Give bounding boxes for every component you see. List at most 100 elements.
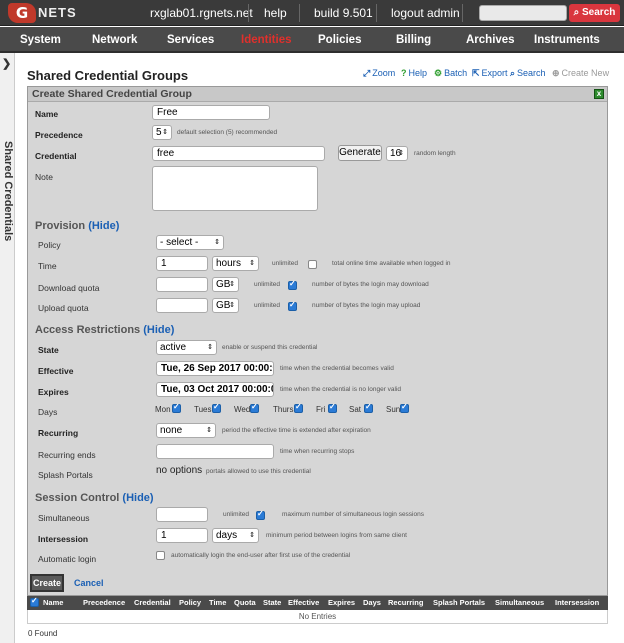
col-recurring[interactable]: Recurring [388, 596, 423, 610]
day-thurs-label: Thurs [273, 405, 294, 414]
generate-button[interactable]: Generate [338, 145, 382, 161]
provision-hide-link[interactable]: (Hide) [88, 220, 119, 232]
day-thurs-checkbox[interactable] [294, 402, 303, 413]
panel-title: Create Shared Credential Group [32, 88, 192, 100]
provision-title: Provision [35, 220, 86, 232]
help-button[interactable]: ? Help [401, 68, 427, 78]
day-mon-checkbox[interactable] [172, 402, 181, 413]
splash-portals-hint: portals allowed to use this credential [206, 468, 311, 475]
simultaneous-unlimited-checkbox[interactable] [256, 509, 265, 520]
col-policy[interactable]: Policy [179, 596, 201, 610]
chevron-right-icon[interactable]: ❯ [2, 57, 11, 70]
col-splash-portals[interactable]: Splash Portals [433, 596, 485, 610]
day-sun-checkbox[interactable] [400, 402, 409, 413]
export-button[interactable]: ⇱ Export [472, 68, 508, 79]
col-effective[interactable]: Effective [288, 596, 319, 610]
cancel-link[interactable]: Cancel [74, 578, 104, 588]
recurring-ends-input[interactable] [156, 444, 274, 459]
magnifier-icon: ⌕ [510, 68, 516, 78]
global-search-button[interactable]: ⌕ Search [569, 4, 620, 22]
side-tab[interactable]: ❯ Shared Credentials [0, 53, 15, 643]
state-hint: enable or suspend this credential [222, 344, 318, 351]
day-tues-label: Tues [194, 405, 212, 414]
effective-input[interactable]: Tue, 26 Sep 2017 00:00:00 [156, 361, 274, 376]
col-time[interactable]: Time [209, 596, 226, 610]
expires-label: Expires [38, 387, 69, 397]
col-simultaneous[interactable]: Simultaneous [495, 596, 544, 610]
col-name[interactable]: Name [43, 596, 63, 610]
plus-icon: ⊕ [552, 68, 560, 78]
nav-archives[interactable]: Archives [466, 27, 515, 53]
col-expires[interactable]: Expires [328, 596, 355, 610]
search-button[interactable]: ⌕ Search [510, 68, 546, 79]
length-select[interactable]: 16 ⇕ [386, 146, 408, 161]
build-link[interactable]: build 9.501 [314, 0, 373, 26]
divider [248, 4, 249, 22]
close-icon[interactable]: x [594, 89, 604, 99]
access-hide-link[interactable]: (Hide) [143, 324, 174, 336]
expires-input[interactable]: Tue, 03 Oct 2017 00:00:00 [156, 382, 274, 397]
zoom-label: Zoom [372, 68, 396, 78]
divider [299, 4, 300, 22]
download-quota-input[interactable] [156, 277, 208, 292]
name-input[interactable]: Free [152, 105, 270, 120]
time-label: Time [38, 261, 57, 271]
col-intersession[interactable]: Intersession [555, 596, 599, 610]
logout-link[interactable]: logout admin [391, 0, 460, 26]
day-wed-checkbox[interactable] [250, 402, 259, 413]
precedence-hint: default selection (5) recommended [177, 129, 278, 136]
global-search-input[interactable] [479, 5, 567, 21]
nav-system[interactable]: System [20, 27, 61, 53]
upload-quota-input[interactable] [156, 298, 208, 313]
nav-identities[interactable]: Identities [241, 27, 291, 53]
time-unlimited-checkbox[interactable] [308, 260, 317, 269]
col-days[interactable]: Days [363, 596, 381, 610]
col-precedence[interactable]: Precedence [83, 596, 125, 610]
nav-network[interactable]: Network [92, 27, 137, 53]
credential-input[interactable]: free [152, 146, 325, 161]
upload-unit-select[interactable]: GB ⇕ [212, 298, 239, 313]
name-label: Name [35, 109, 59, 119]
nav-policies[interactable]: Policies [318, 27, 361, 53]
search-label: Search [517, 68, 546, 78]
col-state[interactable]: State [263, 596, 281, 610]
state-select[interactable]: active ⇕ [156, 340, 217, 355]
select-all-checkbox[interactable] [30, 596, 39, 607]
download-unit-select[interactable]: GB ⇕ [212, 277, 239, 292]
session-hide-link[interactable]: (Hide) [122, 492, 153, 504]
create-button[interactable]: Create [30, 574, 64, 592]
zoom-button[interactable]: ⤢ Zoom [363, 68, 395, 79]
help-link[interactable]: help [264, 0, 287, 26]
col-quota[interactable]: Quota [234, 596, 256, 610]
recurring-select[interactable]: none ⇕ [156, 423, 216, 438]
updown-icon: ⇕ [207, 344, 213, 351]
nav-services[interactable]: Services [167, 27, 214, 53]
time-unit-select[interactable]: hours ⇕ [212, 256, 259, 271]
note-textarea[interactable] [152, 166, 318, 211]
simultaneous-input[interactable] [156, 507, 208, 522]
day-fri-checkbox[interactable] [328, 402, 337, 413]
intersession-input[interactable]: 1 [156, 528, 208, 543]
updown-icon: ⇕ [249, 260, 255, 267]
upload-unlimited-checkbox[interactable] [288, 300, 297, 311]
time-input[interactable]: 1 [156, 256, 208, 271]
policy-select[interactable]: - select - ⇕ [156, 235, 224, 250]
time-hint: total online time available when logged … [332, 260, 451, 267]
col-credential[interactable]: Credential [134, 596, 171, 610]
create-new-button[interactable]: ⊕ Create New [552, 68, 609, 79]
updown-icon: ⇕ [214, 239, 220, 246]
rgnets-logo[interactable]: G NETS [8, 3, 78, 23]
nav-instruments[interactable]: Instruments [534, 27, 600, 53]
intersession-unit-select[interactable]: days ⇕ [212, 528, 259, 543]
download-unlimited-label: unlimited [254, 281, 281, 288]
precedence-select[interactable]: 5 ⇕ [152, 125, 172, 140]
day-tues-checkbox[interactable] [212, 402, 221, 413]
table-header: Name Precedence Credential Policy Time Q… [27, 596, 608, 610]
download-unlimited-checkbox[interactable] [288, 279, 297, 290]
automatic-login-checkbox[interactable] [156, 551, 165, 560]
simultaneous-unlimited-label: unlimited [223, 511, 250, 518]
help-label: Help [408, 68, 428, 78]
nav-billing[interactable]: Billing [396, 27, 431, 53]
day-sat-checkbox[interactable] [364, 402, 373, 413]
batch-button[interactable]: ⚙ Batch [434, 68, 467, 79]
